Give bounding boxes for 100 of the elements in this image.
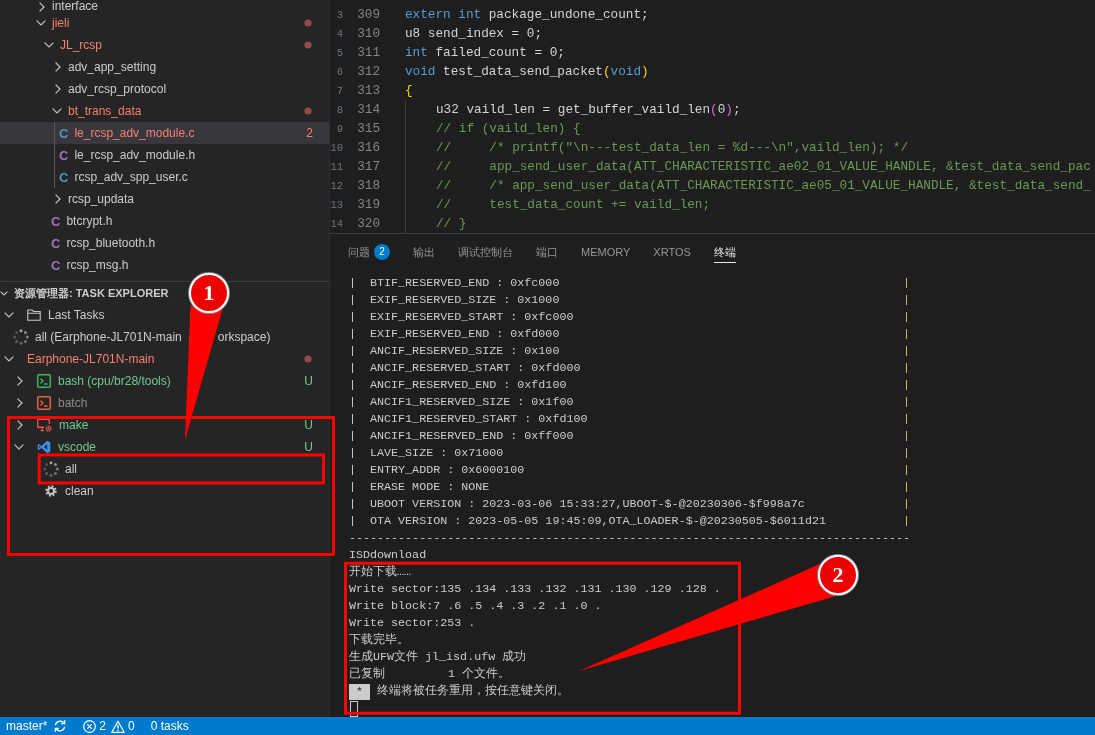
relative-line-number: 14 (330, 217, 343, 230)
sync-icon[interactable] (53, 719, 68, 733)
relative-line-number: 13 (330, 198, 343, 211)
terminal-line: | ANCIF_RESERVED_END : 0xfd100 | (349, 377, 911, 394)
file-type-icon: C (59, 125, 69, 141)
code-line: extern int package_undone_count; (405, 7, 649, 22)
terminal-line: | LAVE_SIZE : 0x71000 | (349, 445, 911, 462)
line-number: 312 (357, 64, 380, 79)
line-number: 320 (357, 216, 380, 231)
file-type-icon: C (51, 235, 61, 251)
task-item[interactable]: all (Earphone-JL701N-main orkspace) (0, 326, 329, 348)
relative-line-number: 3 (336, 8, 343, 21)
relative-line-number: 4 (336, 27, 343, 40)
relative-line-number: 9 (336, 122, 343, 135)
folder-item[interactable]: adv_app_setting (0, 56, 329, 78)
file-type-icon: C (51, 257, 61, 273)
terminal-line: | OTA VERSION : 2023-05-05 19:45:09,OTA_LOADER-$-@20230505-$6011d21 | (349, 513, 911, 530)
line-number: 317 (357, 159, 380, 174)
terminal-line: | ANCIF1_RESERVED_END : 0xff000 | (349, 428, 911, 445)
relative-line-number: 8 (336, 103, 343, 116)
folder-item[interactable]: interface (0, 0, 329, 12)
terminal-line: 已复制 1 个文件。 (349, 666, 511, 683)
terminal-line: 终端将被任务重用，按任意键关闭。 (377, 683, 569, 700)
code-line: // app_send_user_data(ATT_CHARACTERISTIC_ae02_01_VALUE_HANDLE, &test_data_send_pac (436, 159, 1091, 174)
terminal-line: | EXIF_RESERVED_START : 0xfc000 | (349, 309, 911, 326)
folder-item[interactable]: JL_rcsp (0, 34, 329, 56)
code-line: u8 send_index = 0; (405, 26, 543, 41)
task-source-item[interactable]: vscode U (0, 436, 329, 458)
folder-item[interactable]: adv_rcsp_protocol (0, 78, 329, 100)
terminal-line: | ANCIF_RESERVED_START : 0xfd000 | (349, 360, 911, 377)
panel-tab[interactable]: 端口 (536, 243, 558, 263)
code-line: // /* printf("\n---test_data_len = %d---\n",vaild_len); */ (436, 140, 909, 155)
panel-tab[interactable]: MEMORY (581, 243, 631, 263)
problem-count: 2 (306, 126, 313, 140)
task-source-item[interactable]: make U (0, 414, 329, 436)
terminal-line: ISDdownload (349, 547, 427, 564)
terminal-line: | ANCIF1_RESERVED_START : 0xfd100 | (349, 411, 911, 428)
task-item[interactable]: all (0, 458, 329, 480)
relative-line-number: 11 (330, 160, 343, 173)
git-status: U (304, 418, 313, 432)
bracket-logo-icon (37, 440, 51, 454)
panel-tab[interactable]: 终端 (713, 243, 736, 263)
terminal-line: | ANCIF1_RESERVED_SIZE : 0x1f00 | (349, 394, 911, 411)
relative-line-number: 12 (330, 179, 343, 192)
terminal-line: | ANCIF_RESERVED_SIZE : 0x100 | (349, 343, 911, 360)
file-item[interactable]: C rcsp_bluetooth.h (0, 232, 329, 254)
count-badge: 2 (374, 244, 390, 260)
line-number: 314 (357, 102, 380, 117)
code-line: void test_data_send_packet(void) (405, 64, 649, 79)
line-number: 309 (357, 7, 380, 22)
folder-item[interactable]: jieli (0, 12, 329, 34)
terminal-line: | ERASE MODE : NONE | (349, 479, 911, 496)
code-line: // if (vaild_len) { (436, 121, 581, 136)
panel-tab[interactable]: XRTOS (653, 243, 691, 263)
folder-item[interactable]: rcsp_updata (0, 188, 329, 210)
terminal-line: 生成UFW文件 jl_isd.ufw 成功 (349, 649, 527, 666)
terminal-icon (37, 396, 51, 410)
line-number: 313 (357, 83, 380, 98)
file-item[interactable]: C le_rcsp_adv_module.c 2 (0, 122, 329, 144)
folder-item[interactable]: bt_trans_data (0, 100, 329, 122)
terminal-icon (37, 374, 51, 388)
file-item[interactable]: C rcsp_msg.h (0, 254, 329, 276)
terminal-line: | BTIF_RESERVED_END : 0xfc000 | (349, 275, 911, 292)
terminal-line: Write block:7 .6 .5 .4 .3 .2 .1 .0 . (349, 598, 602, 615)
line-number: 318 (357, 178, 380, 193)
terminal-line: | EXIF_RESERVED_END : 0xfd000 | (349, 326, 911, 343)
file-type-icon: C (59, 147, 69, 163)
git-status: U (304, 374, 313, 388)
problems-status[interactable]: 2 0 (83, 717, 135, 735)
notice-marker: * (349, 683, 370, 700)
panel-tab[interactable]: 问题 2 (348, 243, 390, 263)
code-line: u32 vaild_len = get_buffer_vaild_len(0); (436, 102, 741, 117)
line-number: 311 (357, 45, 380, 60)
tasks-status[interactable]: 0 tasks (150, 717, 189, 735)
code-line: { (405, 83, 413, 98)
line-number: 310 (357, 26, 380, 41)
relative-line-number: 5 (336, 46, 343, 59)
section-header[interactable]: 资源管理器: TASK EXPLORER (0, 282, 173, 304)
branch-status[interactable]: master* (6, 717, 48, 735)
terminal-line: 开始下载…… (349, 564, 412, 581)
line-number: 319 (357, 197, 380, 212)
file-type-icon: C (59, 169, 69, 185)
file-item[interactable]: C btcrypt.h (0, 210, 329, 232)
terminal-line: Write sector:135 .134 .133 .132 .131 .130 .129 .128 . (349, 581, 721, 598)
relative-line-number: 6 (336, 65, 343, 78)
code-line: int failed_count = 0; (405, 45, 565, 60)
relative-line-number: 7 (336, 84, 343, 97)
line-number: 315 (357, 121, 380, 136)
task-source-item[interactable]: bash (cpu/br28/tools) U (0, 370, 329, 392)
relative-line-number: 10 (330, 141, 343, 154)
panel-tab[interactable]: 输出 (413, 243, 435, 263)
workspace-item[interactable]: Earphone-JL701N-main (0, 348, 329, 370)
terminal-line: | ENTRY_ADDR : 0x6000100 | (349, 462, 911, 479)
code-line: // test_data_count += vaild_len; (436, 197, 711, 212)
task-source-item[interactable]: batch (0, 392, 329, 414)
warning-icon (111, 719, 126, 733)
panel-tab[interactable]: 调试控制台 (458, 243, 513, 263)
code-line: // } (436, 216, 467, 231)
task-item[interactable]: clean (0, 480, 329, 502)
error-icon (83, 719, 97, 733)
